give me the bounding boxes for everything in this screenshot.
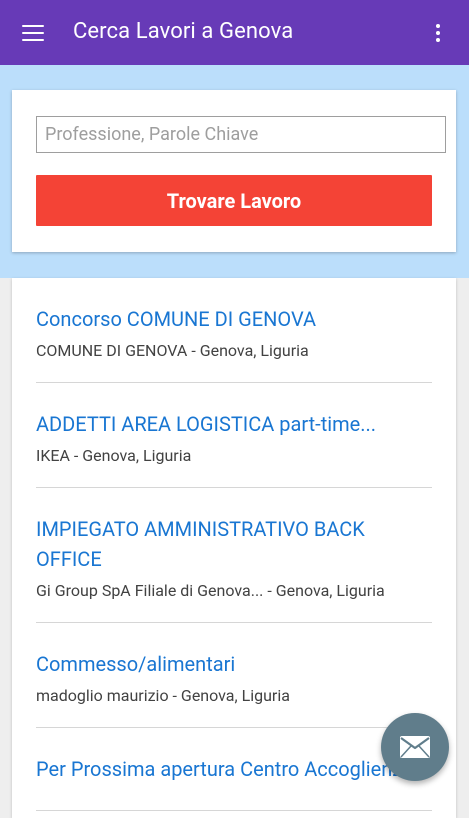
- job-title-link[interactable]: Per Prossima apertura Centro Accoglienza: [36, 754, 432, 784]
- envelope-icon: [400, 736, 430, 758]
- app-bar: Cerca Lavori a Genova: [0, 0, 469, 65]
- job-company-location: COMUNE DI GENOVA - Genova, Liguria: [36, 341, 309, 360]
- job-title-link[interactable]: ADDETTI AREA LOGISTICA part-time...: [36, 409, 432, 439]
- overflow-menu-button[interactable]: [417, 12, 459, 54]
- job-list-item[interactable]: ADDETTI AREA LOGISTICA part-time... IKEA…: [36, 383, 432, 488]
- job-list-item[interactable]: Commesso/alimentari madoglio maurizio - …: [36, 623, 432, 728]
- email-alert-fab[interactable]: [381, 713, 449, 781]
- job-title-link[interactable]: Concorso COMUNE DI GENOVA: [36, 304, 432, 334]
- search-card: Trovare Lavoro: [12, 90, 456, 252]
- find-jobs-button[interactable]: Trovare Lavoro: [36, 175, 432, 226]
- job-list-item[interactable]: Concorso COMUNE DI GENOVA COMUNE DI GENO…: [36, 278, 432, 383]
- job-title-link[interactable]: Commesso/alimentari: [36, 649, 432, 679]
- job-company-location: Gi Group SpA Filiale di Genova... - Geno…: [36, 581, 385, 600]
- job-list-item[interactable]: IMPIEGATO AMMINISTRATIVO BACK OFFICE Gi …: [36, 488, 432, 623]
- menu-button[interactable]: [12, 12, 54, 54]
- job-company-location: IKEA - Genova, Liguria: [36, 446, 192, 465]
- hamburger-menu-icon: [22, 25, 44, 41]
- search-input[interactable]: [36, 116, 446, 153]
- more-vertical-icon: [436, 24, 440, 42]
- job-title-link[interactable]: IMPIEGATO AMMINISTRATIVO BACK OFFICE: [36, 514, 432, 574]
- app-title: Cerca Lavori a Genova: [73, 19, 294, 44]
- job-company-location: madoglio maurizio - Genova, Liguria: [36, 686, 290, 705]
- job-list-item[interactable]: Per Prossima apertura Centro Accoglienza: [36, 728, 432, 811]
